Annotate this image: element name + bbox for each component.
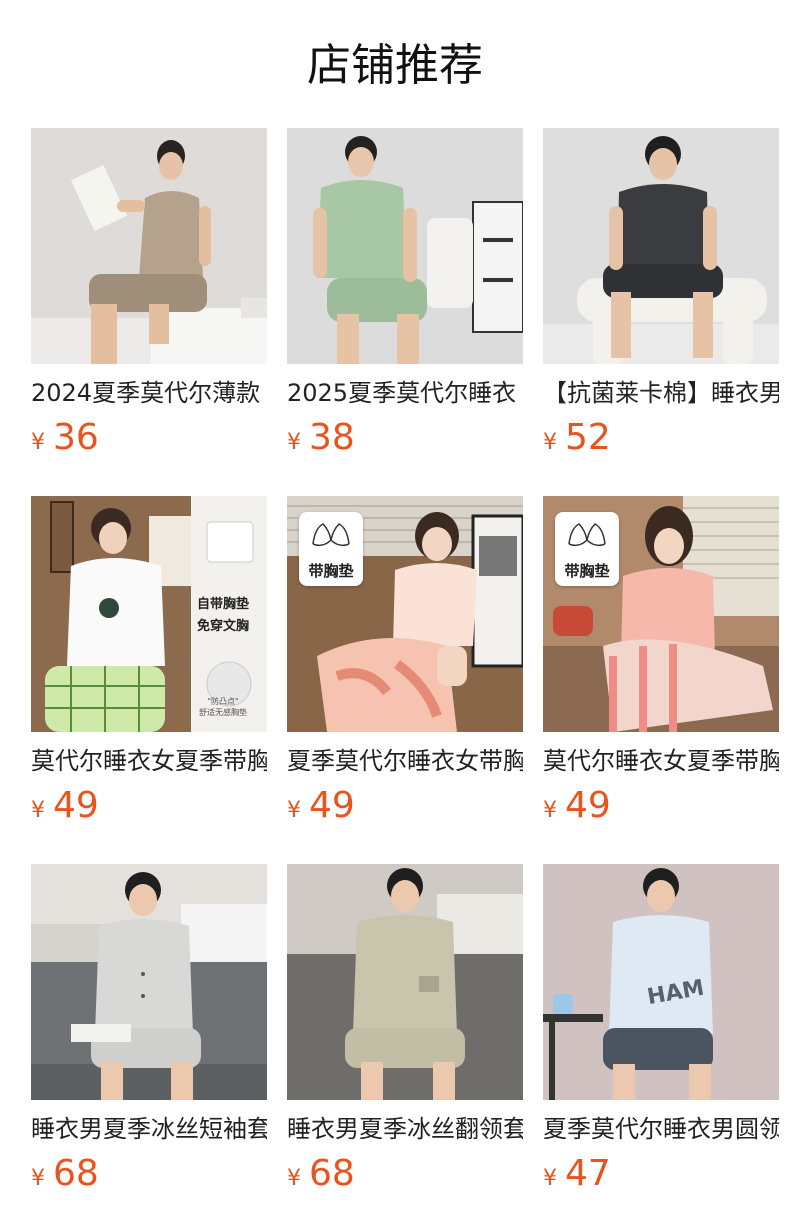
pad-badge: 带胸垫 [555,512,619,586]
product-image[interactable]: 带胸垫 [543,496,779,732]
price-amount: 36 [53,417,99,458]
pad-badge: 带胸垫 [299,512,363,586]
product-price: ¥ 47 [543,1152,611,1196]
product-card[interactable]: 睡衣男夏季冰丝翻领套 ¥ 68 [287,864,523,1232]
section-title: 店铺推荐 [307,40,483,91]
product-name[interactable]: 2024夏季莫代尔薄款 [31,376,267,410]
product-image[interactable] [287,864,523,1100]
product-card[interactable]: 2025夏季莫代尔睡衣 ¥ 38 [287,128,523,496]
currency-symbol: ¥ [31,430,45,455]
product-price: ¥ 68 [31,1152,99,1196]
note-line: 舒适无感胸垫 [199,708,247,717]
product-card[interactable]: 睡衣男夏季冰丝短袖套 ¥ 68 [31,864,267,1232]
product-price: ¥ 49 [31,784,99,828]
currency-symbol: ¥ [31,798,45,823]
badge-label: 带胸垫 [564,562,610,580]
product-image[interactable]: 自带胸垫 免穿文胸 "防凸点" 舒适无感胸垫 [31,496,267,732]
product-name[interactable]: 莫代尔睡衣女夏季带胸 [543,744,779,778]
product-price: ¥ 52 [543,416,611,460]
currency-symbol: ¥ [543,430,557,455]
product-card[interactable]: 带胸垫 夏季莫代尔睡衣女带胸 ¥ 49 [287,496,523,864]
product-grid: 2024夏季莫代尔薄款 ¥ 36 2025夏季莫代尔睡衣 ¥ 38 【抗菌莱卡棉… [31,128,790,1232]
product-price: ¥ 36 [31,416,99,460]
currency-symbol: ¥ [287,430,301,455]
product-image[interactable] [31,128,267,364]
product-price: ¥ 68 [287,1152,355,1196]
price-amount: 68 [53,1153,99,1194]
badge-label: 带胸垫 [308,562,354,580]
note-line: "防凸点" [207,697,239,706]
price-amount: 49 [565,785,611,826]
product-name[interactable]: 莫代尔睡衣女夏季带胸 [31,744,267,778]
product-card[interactable]: 2024夏季莫代尔薄款 ¥ 36 [31,128,267,496]
product-card[interactable]: 【抗菌莱卡棉】睡衣男 ¥ 52 [543,128,779,496]
currency-symbol: ¥ [287,798,301,823]
product-image[interactable] [543,128,779,364]
price-amount: 52 [565,417,611,458]
product-name[interactable]: 睡衣男夏季冰丝短袖套 [31,1112,267,1146]
product-name[interactable]: 睡衣男夏季冰丝翻领套 [287,1112,523,1146]
product-image[interactable]: 带胸垫 [287,496,523,732]
product-image[interactable] [31,864,267,1100]
feature-line: 自带胸垫 [196,597,249,612]
product-card[interactable]: 带胸垫 莫代尔睡衣女夏季带胸 ¥ 49 [543,496,779,864]
price-amount: 49 [309,785,355,826]
price-amount: 49 [53,785,99,826]
product-price: ¥ 49 [287,784,355,828]
bra-icon [312,523,350,547]
currency-symbol: ¥ [31,1166,45,1191]
product-name[interactable]: 2025夏季莫代尔睡衣 [287,376,523,410]
currency-symbol: ¥ [287,1166,301,1191]
price-amount: 47 [565,1153,611,1194]
recommend-page: 店铺推荐 2024夏季莫代尔薄款 ¥ 36 2025夏季莫代尔睡衣 ¥ 38 【… [0,0,790,1232]
currency-symbol: ¥ [543,1166,557,1191]
product-card[interactable]: 自带胸垫 免穿文胸 "防凸点" 舒适无感胸垫 莫代尔睡衣女夏季带胸 ¥ 49 [31,496,267,864]
bra-icon [568,523,606,547]
product-name[interactable]: 夏季莫代尔睡衣男圆领 [543,1112,779,1146]
feature-line: 免穿文胸 [196,619,249,634]
product-name[interactable]: 夏季莫代尔睡衣女带胸 [287,744,523,778]
product-image[interactable]: HAM [543,864,779,1100]
product-name[interactable]: 【抗菌莱卡棉】睡衣男 [543,376,779,410]
currency-symbol: ¥ [543,798,557,823]
product-card[interactable]: HAM 夏季莫代尔睡衣男圆领 ¥ 47 [543,864,779,1232]
image-note-text: "防凸点" 舒适无感胸垫 [185,696,261,718]
product-price: ¥ 49 [543,784,611,828]
product-image[interactable] [287,128,523,364]
price-amount: 38 [309,417,355,458]
price-amount: 68 [309,1153,355,1194]
product-price: ¥ 38 [287,416,355,460]
image-feature-text: 自带胸垫 免穿文胸 [189,594,257,638]
